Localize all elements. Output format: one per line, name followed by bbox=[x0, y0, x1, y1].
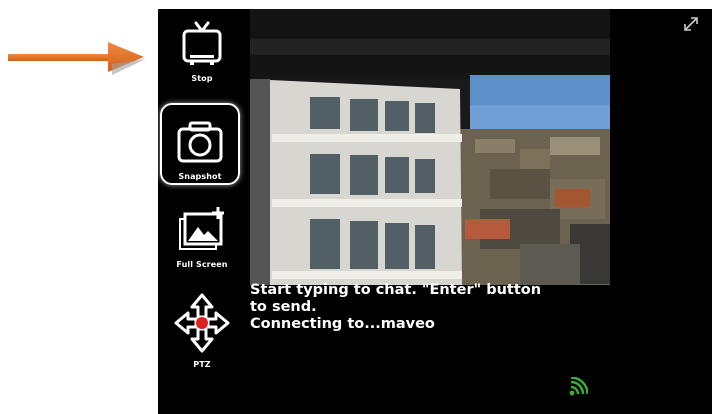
arrow-right-icon bbox=[8, 42, 146, 75]
camera-viewer: Stop Snapshot Full Screen PTZ Start typi… bbox=[158, 9, 712, 414]
chat-instruction-line1: Start typing to chat. "Enter" button bbox=[250, 282, 542, 298]
expand-icon[interactable] bbox=[682, 15, 700, 33]
connection-status: Connecting to...maveo bbox=[250, 316, 435, 332]
stop-label: Stop bbox=[191, 74, 213, 83]
page: Stop Snapshot Full Screen PTZ Start typi… bbox=[0, 0, 712, 414]
image-plus-icon bbox=[179, 207, 224, 250]
ptz-label: PTZ bbox=[193, 360, 211, 369]
chat-instruction-line2: to send. bbox=[250, 299, 317, 315]
fullscreen-label: Full Screen bbox=[176, 260, 228, 269]
fullscreen-button[interactable]: Full Screen bbox=[160, 205, 244, 275]
camera-feed[interactable] bbox=[250, 9, 610, 285]
chat-area[interactable]: Start typing to chat. "Enter" button to … bbox=[250, 282, 610, 333]
stop-button[interactable]: Stop bbox=[160, 19, 244, 99]
move-arrows-icon bbox=[174, 293, 230, 353]
tv-icon bbox=[182, 21, 222, 65]
ptz-button[interactable]: PTZ bbox=[160, 291, 244, 373]
snapshot-label: Snapshot bbox=[178, 172, 222, 181]
wifi-signal-icon bbox=[569, 377, 588, 396]
camera-icon bbox=[177, 121, 223, 163]
snapshot-button[interactable]: Snapshot bbox=[160, 103, 240, 185]
